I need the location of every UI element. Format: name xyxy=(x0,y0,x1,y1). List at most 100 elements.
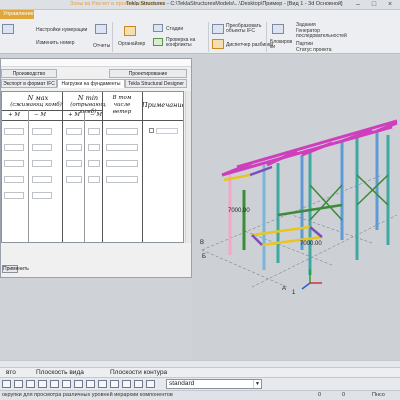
table-rule xyxy=(2,120,183,121)
tab-design[interactable]: Проектирование xyxy=(109,69,187,78)
snap-free-icon[interactable] xyxy=(146,380,155,388)
tab-structural-designer[interactable]: Tekla Structural Designer xyxy=(125,79,187,88)
input-cell[interactable] xyxy=(66,160,82,167)
tab-ifc-export[interactable]: Экспорт в формат IFC xyxy=(1,79,57,88)
sequence-generator-button[interactable]: Генератор последовательностей xyxy=(296,29,366,39)
change-number-button[interactable]: Изменить номер xyxy=(36,40,74,46)
input-cell[interactable] xyxy=(32,128,52,135)
snap-nearest-icon[interactable] xyxy=(74,380,83,388)
properties-dialog: Производство Проектирование Экспорт в фо… xyxy=(0,58,192,278)
input-cell[interactable] xyxy=(106,128,138,135)
note-field[interactable] xyxy=(156,128,178,134)
stages-button[interactable]: Стадии xyxy=(166,26,183,32)
input-cell[interactable] xyxy=(4,176,24,183)
close-icon[interactable]: × xyxy=(382,0,398,10)
snap-extension-icon[interactable] xyxy=(134,380,143,388)
organizer-icon[interactable] xyxy=(124,26,136,36)
input-cell[interactable] xyxy=(32,192,52,199)
convert-ifc-icon[interactable] xyxy=(212,24,224,34)
status-value: 0 xyxy=(342,392,346,398)
foundation-loads-table: N мах (сжимающ комб) N min (отрывающ ком… xyxy=(1,91,184,243)
snap-endpoint-icon[interactable] xyxy=(2,380,11,388)
input-cell[interactable] xyxy=(106,160,138,167)
snap-geometry-icon[interactable] xyxy=(122,380,131,388)
settings-select[interactable]: standard ▼ xyxy=(166,379,262,389)
apply-button[interactable]: Применить xyxy=(2,265,29,273)
lock-button[interactable]: Блокиров ки xyxy=(270,40,292,50)
tab-foundation-loads[interactable]: Нагрузки на фундаменты xyxy=(57,79,125,88)
table-rule xyxy=(142,92,143,242)
snap-intersection-icon[interactable] xyxy=(38,380,47,388)
snap-grid-icon[interactable] xyxy=(98,380,107,388)
maximize-icon[interactable]: □ xyxy=(366,0,382,10)
input-cell[interactable] xyxy=(66,176,82,183)
header-plus-m: + M xyxy=(8,112,20,118)
model-viewport[interactable]: В Б А 1 7000.00 7000.00 xyxy=(192,55,400,360)
snap-any-icon[interactable] xyxy=(86,380,95,388)
title-bar: Зоны вз Расчет и проектирование вз Tekla… xyxy=(0,0,400,10)
view-plane-label[interactable]: Плоскость вида xyxy=(36,369,84,376)
dialog-scrollbar[interactable] xyxy=(185,91,191,243)
snap-perpendicular-icon[interactable] xyxy=(50,380,59,388)
input-cell[interactable] xyxy=(88,128,100,135)
table-rule xyxy=(102,92,103,242)
input-cell[interactable] xyxy=(106,144,138,151)
chevron-down-icon[interactable]: ▼ xyxy=(253,380,261,388)
input-cell[interactable] xyxy=(4,192,24,199)
note-checkbox[interactable] xyxy=(149,128,154,133)
settings-select-value: standard xyxy=(169,380,195,387)
organizer-button[interactable]: Органайзер xyxy=(118,41,145,47)
structure-3d-model[interactable]: В Б А 1 7000.00 7000.00 xyxy=(192,55,400,360)
window-title: Tekla Structures - C:\TeklaStructuresMod… xyxy=(126,1,343,7)
dimension-label: 7000.00 xyxy=(228,208,250,214)
table-rule xyxy=(28,110,29,242)
view-label[interactable]: вто xyxy=(6,369,16,376)
input-cell[interactable] xyxy=(66,128,82,135)
input-cell[interactable] xyxy=(88,176,100,183)
tab-production[interactable]: Производство xyxy=(1,69,57,78)
convert-ifc-button[interactable]: Преобразовать объекты IFC xyxy=(226,24,266,34)
ribbon-separator xyxy=(112,22,113,52)
input-cell[interactable] xyxy=(4,160,24,167)
horizontal-scrollbar[interactable] xyxy=(0,360,400,367)
input-cell[interactable] xyxy=(32,160,52,167)
header-n-max: N мах xyxy=(27,94,49,102)
input-cell[interactable] xyxy=(4,128,24,135)
faded-tab-zones[interactable]: Зоны вз xyxy=(70,1,90,7)
status-value: 0 xyxy=(318,392,322,398)
input-cell[interactable] xyxy=(106,176,138,183)
header-plus-m: + M xyxy=(68,112,80,118)
conflict-check-button[interactable]: Проверка на конфликты xyxy=(166,38,206,48)
input-cell[interactable] xyxy=(32,176,52,183)
dispatcher-icon[interactable] xyxy=(212,39,224,49)
snap-center-icon[interactable] xyxy=(26,380,35,388)
dialog-title-bar[interactable] xyxy=(1,59,191,67)
header-note: Примечание xyxy=(142,101,184,109)
input-cell[interactable] xyxy=(66,144,82,151)
minimize-icon[interactable]: – xyxy=(350,0,366,10)
project-status-button[interactable]: Статус проекта xyxy=(296,47,332,53)
contour-planes-label[interactable]: Плоскости контура xyxy=(110,369,167,376)
input-cell[interactable] xyxy=(32,144,52,151)
input-cell[interactable] xyxy=(88,160,100,167)
table-rule xyxy=(84,110,85,242)
numbering-icon[interactable] xyxy=(2,24,14,34)
reports-button[interactable]: Отчеты xyxy=(93,43,110,49)
numbering-settings-button[interactable]: Настройки нумерации xyxy=(36,27,87,33)
snap-midpoint-icon[interactable] xyxy=(14,380,23,388)
status-text: окрупки для просмотра различных уровней … xyxy=(2,392,173,398)
lock-icon[interactable] xyxy=(272,24,284,34)
input-cell[interactable] xyxy=(4,144,24,151)
snap-reference-icon[interactable] xyxy=(110,380,119,388)
grid-label-a: А xyxy=(282,286,286,292)
ribbon-tab-manage[interactable]: Управление xyxy=(0,10,34,19)
conflict-check-icon[interactable] xyxy=(153,38,163,46)
stages-icon[interactable] xyxy=(153,24,163,32)
input-cell[interactable] xyxy=(88,144,100,151)
ribbon-separator xyxy=(208,22,209,52)
reports-icon[interactable] xyxy=(95,24,107,34)
status-bar: окрупки для просмотра различных уровней … xyxy=(0,390,400,400)
snap-toolbar: standard ▼ xyxy=(0,377,400,390)
snap-line-icon[interactable] xyxy=(62,380,71,388)
header-minus-m: − M xyxy=(34,112,46,118)
